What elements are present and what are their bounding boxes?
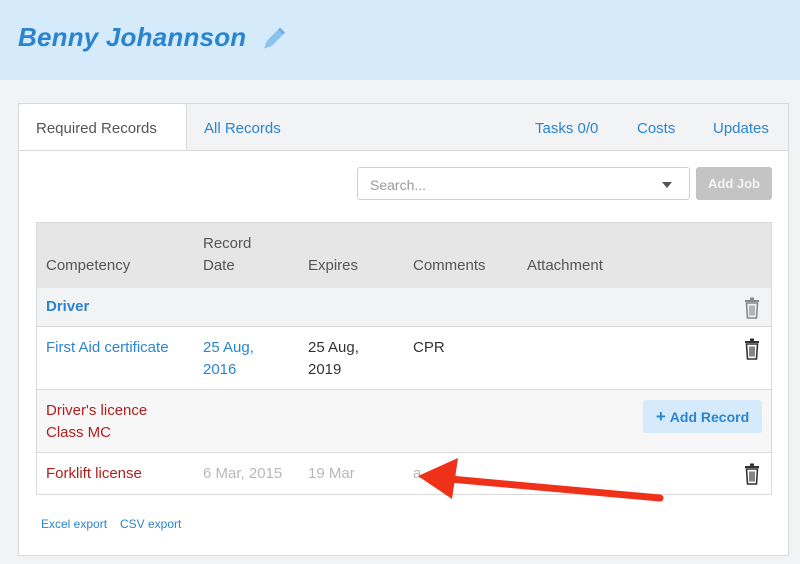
column-header-competency: Competency	[46, 257, 131, 274]
expires-date: 19 Mar	[308, 465, 355, 482]
search-dropdown[interactable]	[357, 167, 690, 200]
table-row: Driver's licence Class MC + Add Record	[37, 390, 771, 453]
chevron-down-icon[interactable]	[662, 182, 672, 188]
records-panel: Required Records All Records Tasks 0/0 C…	[18, 103, 789, 556]
competency-name-missing: Forklift license	[46, 465, 142, 482]
expires-date: 25 Aug, 2019	[308, 339, 359, 378]
profile-header: Benny Johannson	[0, 0, 800, 80]
excel-export-link[interactable]: Excel export	[41, 517, 107, 531]
column-header-record-date: Record Date	[203, 235, 252, 274]
add-job-button[interactable]: Add Job	[696, 167, 772, 200]
table-header: Competency Record Date Expires Comments …	[37, 223, 771, 289]
plus-icon: +	[655, 406, 666, 426]
trash-icon[interactable]	[742, 297, 762, 319]
csv-export-link[interactable]: CSV export	[120, 517, 181, 531]
record-date-link[interactable]: 25 Aug, 2016	[203, 337, 254, 381]
tab-updates[interactable]: Updates	[713, 120, 769, 137]
group-name[interactable]: Driver	[46, 296, 89, 318]
comment-text: CPR	[413, 339, 445, 356]
tab-costs[interactable]: Costs	[637, 120, 675, 137]
trash-icon[interactable]	[742, 338, 762, 360]
column-header-expires: Expires	[308, 257, 359, 274]
search-input[interactable]	[368, 174, 652, 196]
person-name: Benny Johannson	[18, 22, 247, 52]
tab-all-records[interactable]: All Records	[204, 120, 281, 137]
pencil-icon[interactable]	[258, 24, 288, 54]
competency-name[interactable]: First Aid certificate	[46, 337, 169, 359]
tab-tasks[interactable]: Tasks 0/0	[535, 120, 598, 137]
trash-icon[interactable]	[742, 463, 762, 485]
competency-name-missing: Driver's licence Class MC	[46, 402, 148, 441]
comment-text: a	[413, 465, 422, 482]
tab-required-records[interactable]: Required Records	[18, 103, 187, 150]
column-header-attachment: Attachment	[527, 257, 603, 274]
column-header-comments: Comments	[413, 257, 486, 274]
table-row: Forklift license 6 Mar, 2015 19 Mar a	[37, 453, 771, 494]
records-table: Competency Record Date Expires Comments …	[36, 222, 772, 495]
table-row: First Aid certificate 25 Aug, 2016 25 Au…	[37, 327, 771, 390]
add-record-button[interactable]: + Add Record	[643, 400, 762, 433]
group-row-driver: Driver	[37, 288, 771, 327]
tab-bar: Required Records All Records Tasks 0/0 C…	[18, 103, 788, 151]
record-date: 6 Mar, 2015	[203, 465, 283, 482]
